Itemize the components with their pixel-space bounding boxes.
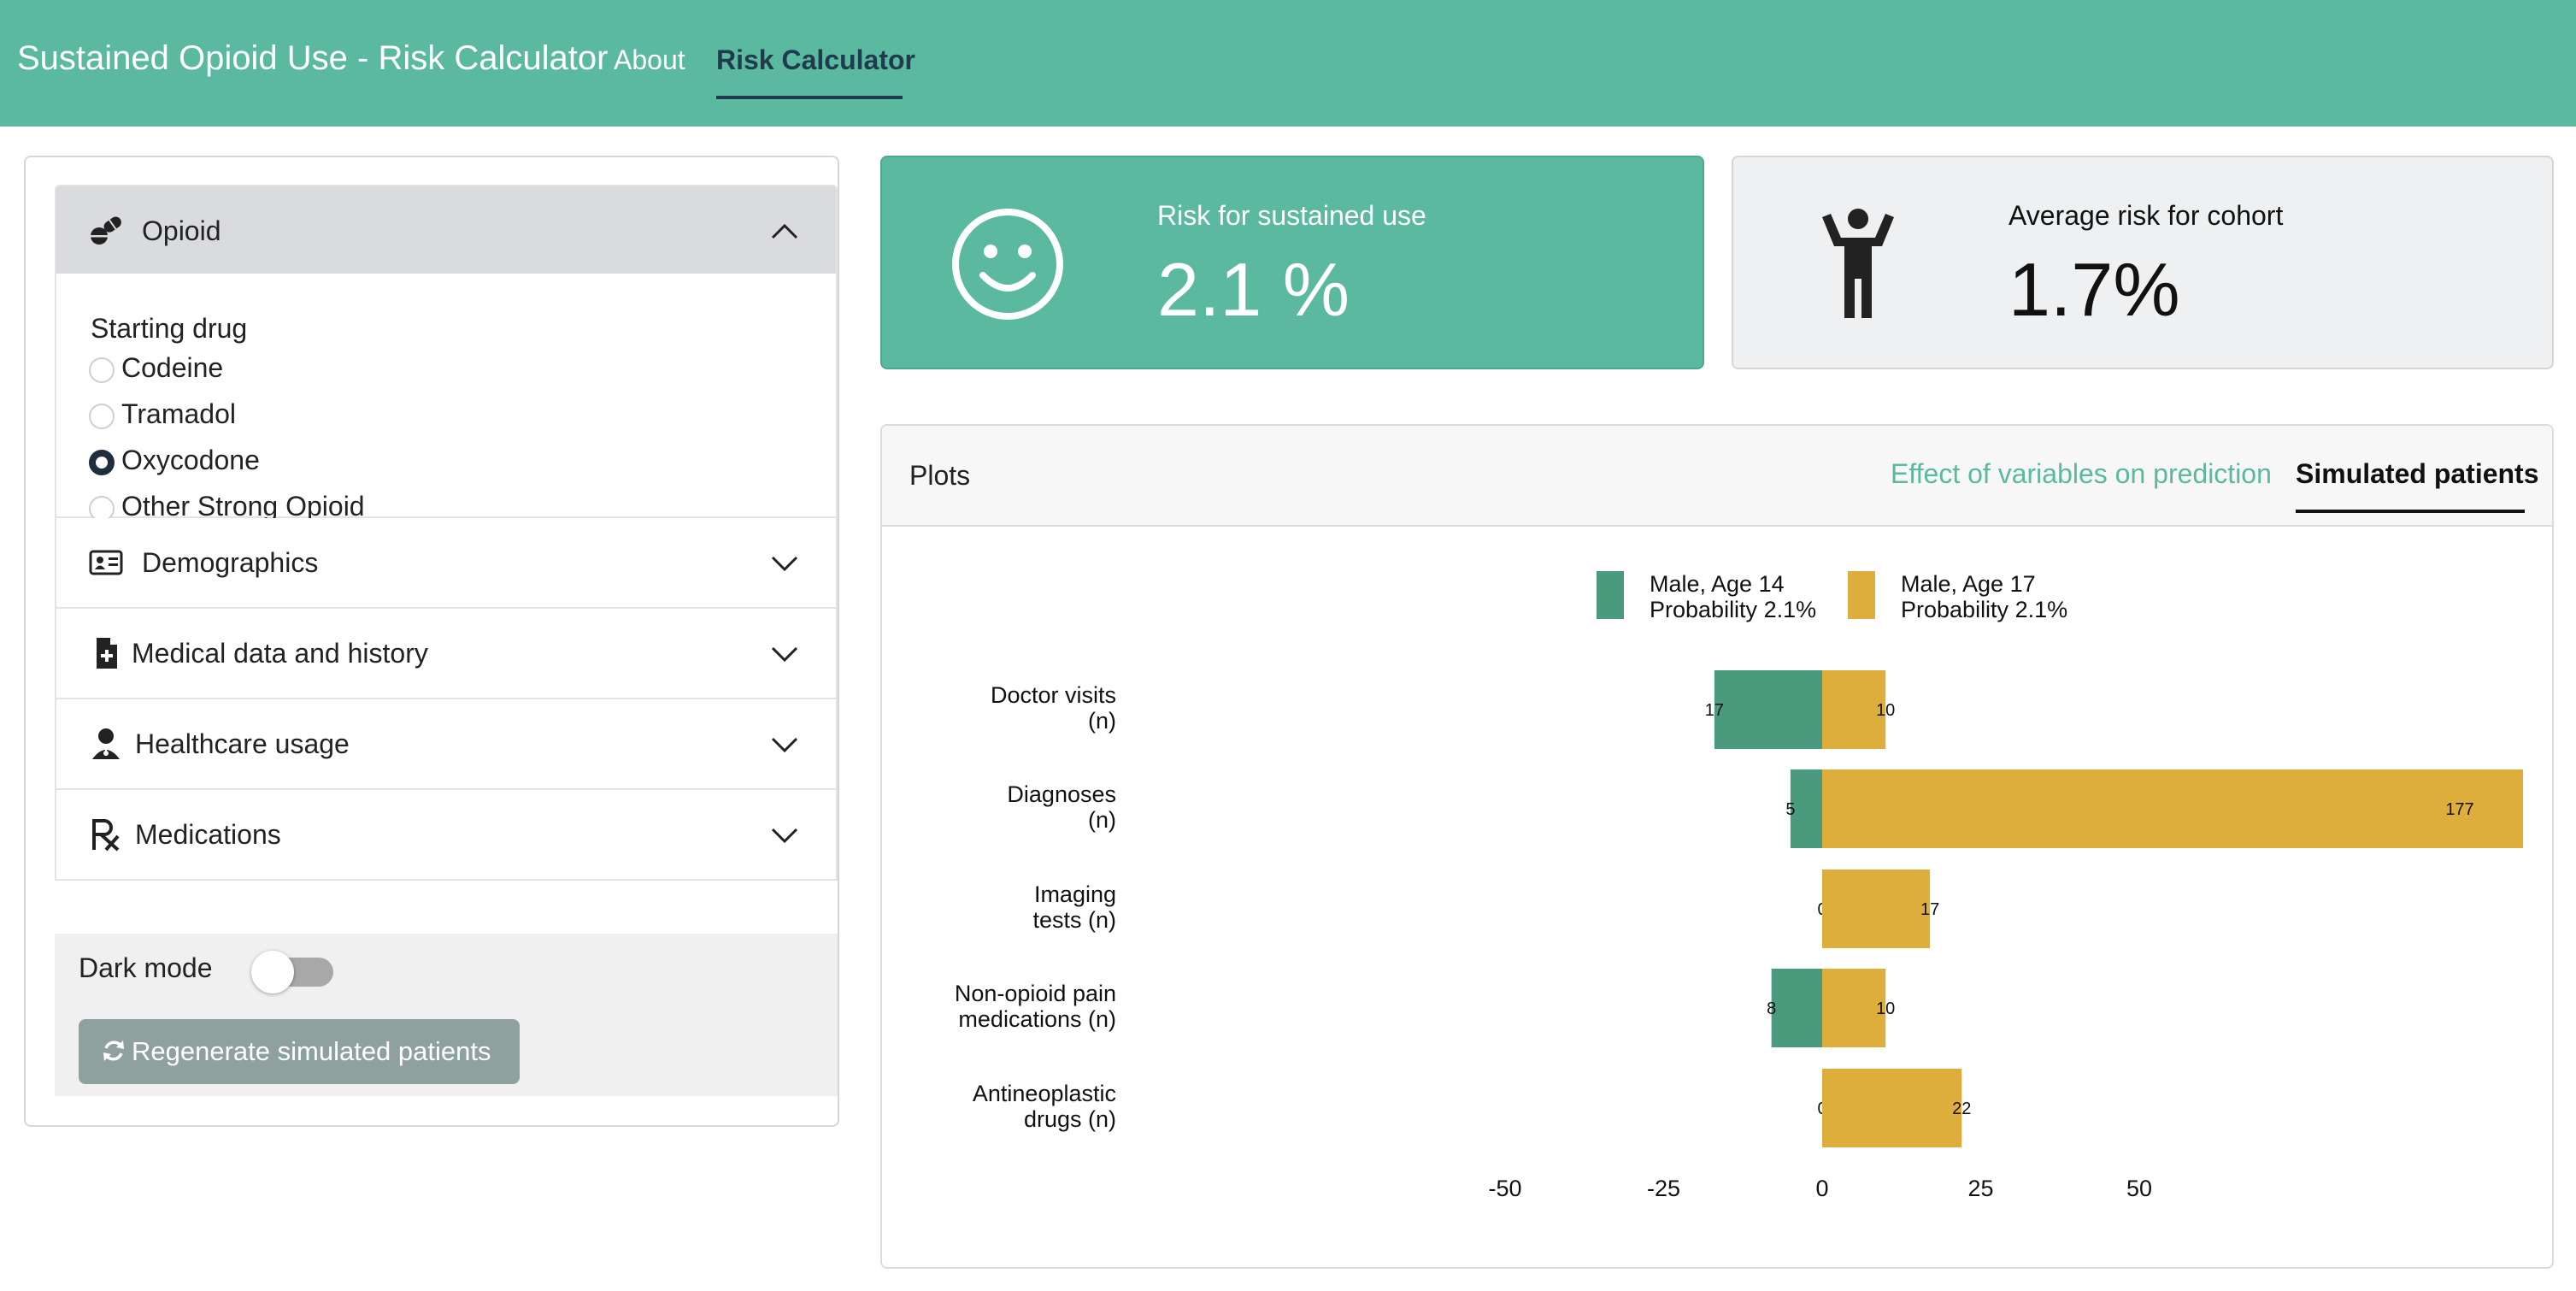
sidebar: Opioid Starting drug Codeine Tramadol Ox… — [24, 156, 839, 1127]
accordion-opioid-title: Opioid — [142, 215, 221, 246]
radio-label: Oxycodone — [121, 445, 260, 475]
legend-swatch — [1597, 571, 1624, 619]
accordion-demographics[interactable]: Demographics — [55, 518, 838, 609]
file-medical-icon — [97, 638, 117, 669]
category-label: Diagnoses (n) — [1007, 781, 1116, 833]
category-label: Imaging tests (n) — [1032, 881, 1116, 933]
sidebar-footer: Dark mode Regenerate simulated patients — [55, 934, 838, 1096]
prescription-icon — [92, 819, 120, 852]
x-tick-label: 0 — [1815, 1176, 1828, 1201]
radio-label: Codeine — [121, 352, 224, 383]
legend-label: Male, Age 14 Probability 2.1% — [1650, 571, 1816, 622]
chevron-down-icon[interactable] — [769, 728, 800, 759]
accordion-title: Demographics — [142, 547, 319, 578]
active-nav-indicator — [716, 96, 903, 99]
radio-button[interactable] — [89, 404, 115, 429]
starting-drug-label: Starting drug — [91, 313, 248, 344]
category-label: Non-opioid pain medications (n) — [955, 981, 1116, 1032]
x-tick-label: 50 — [2126, 1176, 2152, 1201]
bar-value-label: 22 — [1952, 1099, 1971, 1118]
regenerate-button-label: Regenerate simulated patients — [132, 1036, 491, 1066]
dark-mode-toggle[interactable] — [251, 951, 333, 993]
plots-header: Plots Effect of variables on prediction … — [882, 426, 2552, 527]
bar-value-label: 8 — [1767, 999, 1776, 1018]
radio-button-selected[interactable] — [89, 450, 115, 475]
bar-male-age-17 — [1822, 870, 1931, 948]
legend-swatch — [1848, 571, 1875, 619]
accordion-opioid-body: Starting drug Codeine Tramadol Oxycodone… — [55, 274, 838, 522]
nav-risk-calculator-link[interactable]: Risk Calculator — [716, 44, 915, 76]
tab-simulated-patients[interactable]: Simulated patients — [2296, 458, 2539, 490]
bar-value-label: 10 — [1876, 701, 1895, 720]
risk-value-box: Risk for sustained use 2.1 % — [880, 156, 1704, 369]
chevron-down-icon[interactable] — [769, 819, 800, 850]
accordion-title: Medical data and history — [132, 638, 428, 669]
chevron-down-icon[interactable] — [769, 638, 800, 669]
plots-title: Plots — [909, 460, 971, 491]
toggle-knob[interactable] — [251, 951, 294, 993]
simulated-patients-chart: Male, Age 14 Probability 2.1% Male, Age 17… — [955, 571, 2523, 1201]
risk-value: 2.1 % — [1157, 247, 1350, 332]
bar-male-age-14 — [1771, 969, 1822, 1047]
accordion-healthcare-usage[interactable]: Healthcare usage — [55, 699, 838, 790]
accordion-opioid-header[interactable]: Opioid — [55, 185, 838, 274]
x-tick-label: -50 — [1488, 1176, 1521, 1201]
accordion-medications[interactable]: Medications — [55, 790, 838, 881]
radio-button[interactable] — [89, 357, 115, 383]
app-title: Sustained Opioid Use - Risk Calculator — [17, 39, 609, 77]
bar-male-age-17 — [1822, 1069, 1962, 1147]
id-card-icon — [89, 550, 123, 575]
bar-value-label: 17 — [1920, 900, 1939, 919]
dark-mode-label: Dark mode — [79, 952, 213, 983]
regenerate-button[interactable]: Regenerate simulated patients — [79, 1019, 520, 1084]
category-label: Doctor visits (n) — [991, 682, 1116, 734]
plots-card: Plots Effect of variables on prediction … — [880, 424, 2554, 1269]
bar-male-age-17 — [1822, 769, 2523, 848]
category-label: Antineoplastic drugs (n) — [973, 1081, 1116, 1132]
cohort-value-box: Average risk for cohort 1.7% — [1732, 156, 2554, 369]
cohort-value: 1.7% — [2008, 247, 2180, 332]
risk-title: Risk for sustained use — [1157, 200, 1426, 231]
active-tab-indicator — [2296, 510, 2525, 513]
tab-effect-of-variables[interactable]: Effect of variables on prediction — [1891, 458, 2272, 490]
accordion-title: Medications — [135, 819, 281, 850]
bar-value-label: 5 — [1785, 800, 1795, 819]
refresh-icon — [103, 1040, 124, 1061]
bar-value-label: 10 — [1876, 999, 1895, 1018]
legend-label: Male, Age 17 Probability 2.1% — [1901, 571, 2067, 622]
chevron-up-icon[interactable] — [769, 215, 800, 246]
x-tick-label: -25 — [1647, 1176, 1680, 1201]
bar-value-label: 17 — [1705, 701, 1724, 720]
accordion-title: Healthcare usage — [135, 728, 350, 759]
user-doctor-icon — [92, 728, 120, 759]
smiley-icon — [952, 209, 1063, 320]
person-icon — [1822, 209, 1894, 318]
navbar: Sustained Opioid Use - Risk Calculator A… — [0, 0, 2576, 127]
chevron-down-icon[interactable] — [769, 547, 800, 578]
cohort-title: Average risk for cohort — [2008, 200, 2284, 231]
x-tick-label: 25 — [1967, 1176, 1993, 1201]
bar-value-label: 177 — [2445, 800, 2473, 819]
pills-icon — [91, 216, 121, 245]
radio-label: Tramadol — [121, 398, 236, 429]
accordion-medical-data[interactable]: Medical data and history — [55, 609, 838, 699]
nav-about-link[interactable]: About — [614, 44, 685, 76]
bar-male-age-14 — [1714, 670, 1822, 749]
